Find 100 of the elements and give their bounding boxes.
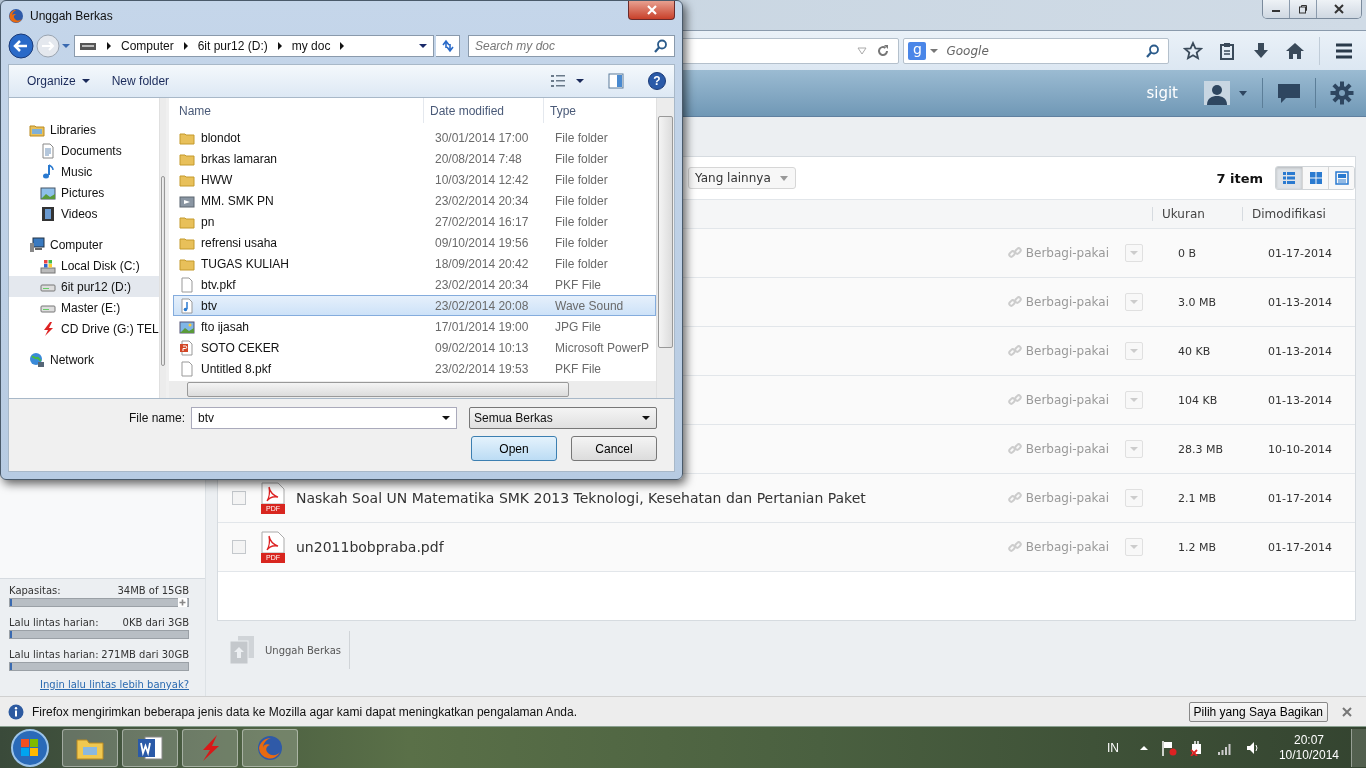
open-button[interactable]: Open [471,436,557,461]
close-icon[interactable] [1342,706,1352,717]
close-button[interactable] [628,1,675,20]
nav-item[interactable]: Libraries [9,119,159,140]
organize-button[interactable]: Organize [21,72,96,90]
clock[interactable]: 20:07 10/10/2014 [1278,732,1339,763]
taskbar-app[interactable] [242,728,298,767]
refresh-button[interactable] [436,35,460,57]
file-type: File folder [554,256,609,271]
file-name[interactable]: un2011bobpraba.pdf [296,539,444,555]
search-field[interactable]: g Google [903,37,1169,64]
checkbox[interactable] [232,491,246,505]
home-icon[interactable] [1285,40,1305,61]
file-name[interactable]: Naskah Soal UN Matematika SMK 2013 Teknologi, Kesehatan dan Pertanian Paket [296,490,866,506]
back-button[interactable] [8,33,34,59]
preview-pane-icon[interactable] [608,73,624,89]
minimize-button[interactable] [1263,0,1289,18]
clipboard-icon[interactable] [1217,40,1237,61]
chevron-icon[interactable] [181,42,190,50]
settings-icon[interactable] [1330,81,1354,105]
file-type: File folder [554,214,609,229]
file-row[interactable]: refrensi usaha 09/10/2014 19:56 File folder [173,232,656,253]
file-row[interactable]: pn 27/02/2014 16:17 File folder [173,211,656,232]
cancel-button[interactable]: Cancel [571,436,657,461]
view-button[interactable] [1302,167,1328,189]
quota-label: Lalu lintas harian: [9,617,99,628]
checkbox[interactable] [232,540,246,554]
share-choice-button[interactable]: Pilih yang Saya Bagikan [1188,701,1328,722]
nav-item[interactable]: CD Drive (G:) TEL [9,318,159,339]
nav-item[interactable]: Computer [9,234,159,255]
more-button[interactable]: Yang lainnya [688,167,796,189]
file-row[interactable]: btv 23/02/2014 20:08 Wave Sound [173,295,656,316]
breadcrumb-item[interactable]: 6it pur12 (D:) [197,39,268,53]
search-field[interactable]: Search my doc [468,35,675,57]
help-icon[interactable]: ? [648,72,666,90]
file-name-field[interactable]: btv [191,407,457,429]
new-folder-button[interactable]: New folder [105,72,176,90]
taskbar-app[interactable] [62,728,118,767]
file-row[interactable]: TUGAS KULIAH 18/09/2014 20:42 File folder [173,253,656,274]
search-icon[interactable] [1146,43,1160,58]
file-row[interactable]: blondot 30/01/2014 17:00 File folder [173,127,656,148]
file-row[interactable]: SOTO CEKER 09/02/2014 10:13 Microsoft PowerP [173,337,656,358]
scrollbar[interactable] [656,98,674,398]
flag-icon[interactable] [1160,739,1177,756]
view-options-icon[interactable] [550,73,566,89]
file-name: fto ijasah [201,319,250,334]
close-button[interactable] [1316,0,1361,18]
file-type: File folder [554,235,609,250]
file-row[interactable]: brkas lamaran 20/08/2014 7:48 File folder [173,148,656,169]
language-indicator[interactable]: IN [1106,740,1119,755]
caret-icon[interactable] [442,414,450,422]
nav-item[interactable]: Documents [9,140,159,161]
nav-item[interactable]: Local Disk (C:) [9,255,159,276]
drive-icon [79,40,97,52]
more-traffic-link[interactable]: Ingin lalu lintas lebih banyak? [40,679,189,690]
detail-view-icon [1334,171,1349,185]
view-button[interactable] [1328,167,1354,189]
chat-icon[interactable] [1277,81,1301,105]
nav-item[interactable]: Videos [9,203,159,224]
show-desktop-button[interactable] [1351,728,1366,767]
breadcrumb-bar[interactable]: Computer 6it pur12 (D:) my doc [74,35,434,57]
file-row[interactable]: HWW 10/03/2014 12:42 File folder [173,169,656,190]
taskbar-app[interactable] [182,728,238,767]
caret-icon[interactable] [419,42,427,50]
file-row[interactable]: Untitled 8.pkf 23/02/2014 19:53 PKF File [173,358,656,379]
column-header[interactable]: Ukuran [1152,207,1242,221]
reload-icon[interactable] [876,43,891,58]
maximize-button[interactable] [1289,0,1316,18]
nav-item[interactable]: Music [9,161,159,182]
quota-label: Lalu lintas harian: [9,649,99,660]
plus-icon[interactable] [178,598,187,607]
chevron-icon[interactable] [105,42,113,50]
column-header[interactable]: Date modified [424,98,544,123]
start-button[interactable] [10,727,50,768]
nav-item[interactable]: Pictures [9,182,159,203]
breadcrumb-item[interactable]: Computer [121,39,174,53]
chevron-icon[interactable] [275,42,284,50]
column-header[interactable]: Name [169,98,424,123]
caret-icon[interactable] [576,77,584,85]
breadcrumb-item[interactable]: my doc [291,39,331,53]
file-type-dropdown[interactable]: Semua Berkas [469,407,657,429]
avatar-icon[interactable] [1204,81,1230,105]
scrollbar[interactable] [158,98,166,398]
star-icon[interactable] [1183,40,1203,61]
file-row[interactable]: fto ijasah 17/01/2014 19:00 JPG File [173,316,656,337]
nav-item[interactable]: Master (E:) [9,297,159,318]
taskbar-app[interactable] [122,728,178,767]
nav-item[interactable]: Network [9,349,159,370]
search-engine-icon[interactable]: g [908,41,927,60]
upload-button[interactable]: Unggah Berkas [227,631,351,669]
column-header[interactable]: Dimodifikasi [1242,207,1355,221]
file-name: btv.pkf [201,277,236,292]
scrollbar[interactable] [169,381,656,398]
file-type: Microsoft PowerP [554,340,651,355]
nav-item[interactable]: 6it pur12 (D:) [9,276,159,297]
file-row[interactable]: btv.pkf 23/02/2014 20:34 PKF File [173,274,656,295]
file-row[interactable]: MM. SMK PN 23/02/2014 20:34 File folder [173,190,656,211]
search-icon[interactable] [654,39,668,53]
chevron-icon[interactable] [338,42,347,50]
view-button[interactable] [1276,167,1302,189]
